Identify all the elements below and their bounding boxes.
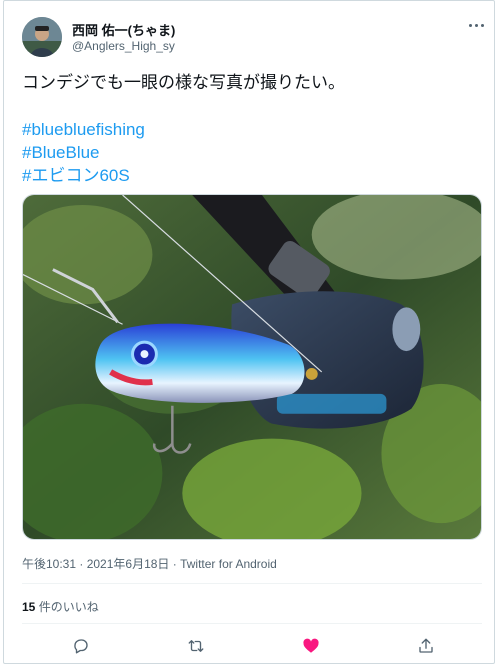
likes-label: 件のいいね	[35, 600, 99, 614]
likes-summary[interactable]: 15 件のいいね	[22, 598, 99, 615]
heart-filled-icon[interactable]	[300, 635, 322, 657]
reply-icon[interactable]	[70, 635, 92, 657]
hashtag-link[interactable]: #BlueBlue	[22, 141, 145, 164]
avatar[interactable]	[22, 17, 62, 57]
action-bar	[22, 635, 482, 657]
hashtag-link[interactable]: #bluebluefishing	[22, 118, 145, 141]
tweet-meta: 午後10:31 · 2021年6月18日 · Twitter for Andro…	[22, 555, 277, 572]
tweet-card: 西岡 佑一(ちゃま) @Anglers_High_sy コンデジでも一眼の様な写…	[3, 0, 495, 664]
author-display-name[interactable]: 西岡 佑一(ちゃま)	[72, 20, 175, 39]
tweet-timestamp[interactable]: 午後10:31 · 2021年6月18日	[22, 557, 169, 571]
retweet-icon[interactable]	[185, 635, 207, 657]
share-icon[interactable]	[415, 635, 437, 657]
tweet-photo[interactable]	[22, 194, 482, 540]
tweet-text: コンデジでも一眼の様な写真が撮りたい。	[22, 73, 345, 92]
likes-count: 15	[22, 600, 36, 614]
meta-separator: ·	[169, 557, 181, 571]
author-handle[interactable]: @Anglers_High_sy	[72, 39, 175, 53]
more-icon[interactable]	[466, 17, 486, 33]
tweet-source[interactable]: Twitter for Android	[180, 557, 277, 571]
hashtag-link[interactable]: #エビコン60S	[22, 164, 145, 187]
divider	[22, 623, 482, 624]
hashtag-list: #bluebluefishing #BlueBlue #エビコン60S	[22, 118, 145, 187]
divider	[22, 583, 482, 584]
